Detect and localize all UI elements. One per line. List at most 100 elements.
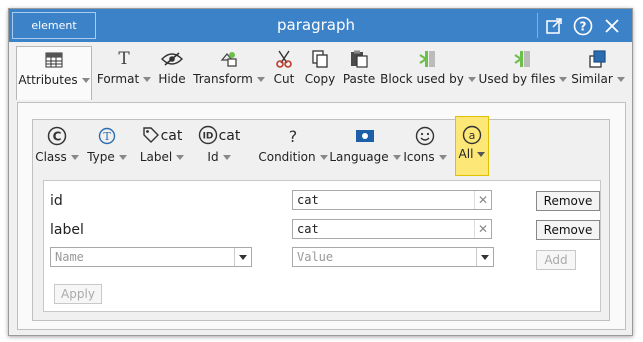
chevron-down-icon[interactable]: [234, 248, 251, 266]
chevron-down-icon: [477, 152, 486, 157]
apply-button[interactable]: Apply: [54, 284, 102, 304]
attributes-form: id cat ✕ Remove label cat ✕ Remove Name: [43, 180, 601, 312]
subtab-label: All: [458, 147, 474, 161]
paste-icon: [350, 46, 368, 72]
toolbar-attributes[interactable]: Attributes: [16, 46, 92, 100]
svg-text:?: ?: [580, 20, 587, 34]
toolbar-format[interactable]: T Format: [96, 46, 152, 98]
toolbar-label: Transform: [193, 72, 253, 86]
toolbar-transform[interactable]: Transform: [193, 46, 265, 98]
dialog-title: paragraph: [277, 16, 355, 34]
subtab-icons[interactable]: Icons: [401, 122, 449, 176]
transform-icon: [219, 46, 239, 72]
t-circle-icon: T: [97, 122, 117, 150]
chevron-down-icon: [176, 155, 185, 160]
flag-icon: [356, 122, 374, 150]
copyright-icon: C: [47, 122, 67, 150]
similar-icon: [589, 46, 607, 72]
attribute-value-input[interactable]: cat ✕: [292, 190, 492, 210]
subtab-label: Condition: [258, 150, 316, 164]
toolbar-label: Copy: [304, 72, 336, 86]
svg-text:ID: ID: [202, 131, 213, 141]
chevron-down-icon: [438, 155, 447, 160]
toolbar-label: Hide: [158, 72, 186, 86]
at-sign-icon: a: [462, 123, 482, 147]
toolbar-label: Cut: [273, 72, 295, 86]
attribute-name-id: id: [50, 193, 63, 209]
copy-icon: [312, 46, 328, 72]
chevron-down-icon: [143, 77, 152, 82]
subtab-type[interactable]: T Type: [87, 122, 127, 176]
chevron-down-icon: [222, 155, 231, 160]
toolbar-used-by-files[interactable]: Used by files: [478, 46, 568, 98]
toolbar-label: Similar: [571, 72, 613, 86]
toolbar-label: Block used by: [380, 72, 464, 86]
chevron-down-icon: [118, 155, 127, 160]
toolbar-paste[interactable]: Paste: [343, 46, 375, 98]
svg-text:a: a: [469, 129, 476, 142]
label-badge: cat: [160, 128, 183, 144]
subtab-label: Language: [329, 150, 389, 164]
question-icon: ?: [288, 126, 298, 146]
attribute-type-bar: C Class T Type cat Label ID cat Id ? Con…: [33, 116, 609, 176]
toolbar-cut[interactable]: Cut: [271, 46, 297, 98]
name-placeholder: Name: [55, 250, 84, 264]
toolbar-label: Attributes: [18, 73, 78, 87]
subtab-label: Class: [35, 150, 67, 164]
edit-icon[interactable]: [543, 15, 565, 37]
scissors-icon: [275, 46, 293, 72]
subtab-all[interactable]: a All: [455, 116, 489, 176]
chevron-down-icon: [559, 77, 568, 82]
title-separator: [537, 13, 538, 38]
remove-button[interactable]: Remove: [536, 220, 600, 240]
chevron-down-icon: [70, 155, 79, 160]
attribute-value-text: cat: [297, 193, 319, 207]
new-attribute-name-select[interactable]: Name: [50, 247, 252, 267]
toolbar-similar[interactable]: Similar: [569, 46, 627, 98]
subtab-label[interactable]: cat Label: [137, 122, 187, 176]
subtab-condition[interactable]: ? Condition: [253, 122, 333, 176]
chevron-down-icon: [81, 78, 90, 83]
subtab-label: Label: [139, 150, 173, 164]
toolbar-hide[interactable]: Hide: [155, 46, 189, 98]
close-icon[interactable]: [601, 15, 623, 37]
used-by-files-icon: [514, 46, 532, 72]
toolbar-label: Used by files: [478, 72, 556, 86]
new-attribute-value-select[interactable]: Value: [292, 247, 494, 267]
attributes-panel: C Class T Type cat Label ID cat Id ? Con…: [17, 102, 626, 330]
clear-icon[interactable]: ✕: [474, 220, 491, 238]
remove-button[interactable]: Remove: [536, 191, 600, 211]
chevron-down-icon: [392, 155, 401, 160]
id-badge: cat: [218, 128, 241, 144]
attributes-inner: C Class T Type cat Label ID cat Id ? Con…: [32, 116, 610, 321]
smiley-icon: [415, 122, 435, 150]
chevron-down-icon: [467, 77, 476, 82]
attribute-value-input[interactable]: cat ✕: [292, 219, 492, 239]
subtab-class[interactable]: C Class: [35, 122, 79, 176]
title-bar: element paragraph ?: [9, 9, 632, 42]
subtab-id[interactable]: ID cat Id: [193, 122, 245, 176]
help-icon[interactable]: ?: [572, 15, 594, 37]
chevron-down-icon[interactable]: [476, 248, 493, 266]
block-used-by-icon: [419, 46, 437, 72]
svg-text:C: C: [53, 130, 62, 144]
chevron-down-icon: [616, 77, 625, 82]
toolbar-label: Format: [96, 72, 140, 86]
subtab-label: Icons: [403, 150, 435, 164]
toolbar-copy[interactable]: Copy: [304, 46, 336, 98]
subtab-label: Type: [87, 150, 115, 164]
tag-icon: [142, 126, 160, 147]
table-grid-icon: [45, 47, 63, 73]
toolbar-block-used-by[interactable]: Block used by: [380, 46, 476, 98]
svg-text:T: T: [103, 130, 111, 143]
element-tab[interactable]: element: [12, 12, 96, 39]
chevron-down-icon: [256, 77, 265, 82]
attributes-dialog: element paragraph ? Attributes T Format: [8, 8, 633, 336]
subtab-language[interactable]: Language: [329, 122, 401, 176]
clear-icon[interactable]: ✕: [474, 191, 491, 209]
value-placeholder: Value: [297, 250, 334, 264]
eye-slash-icon: [161, 46, 183, 72]
add-button[interactable]: Add: [536, 250, 576, 270]
text-format-icon: T: [118, 49, 130, 69]
attribute-value-text: cat: [297, 222, 319, 236]
